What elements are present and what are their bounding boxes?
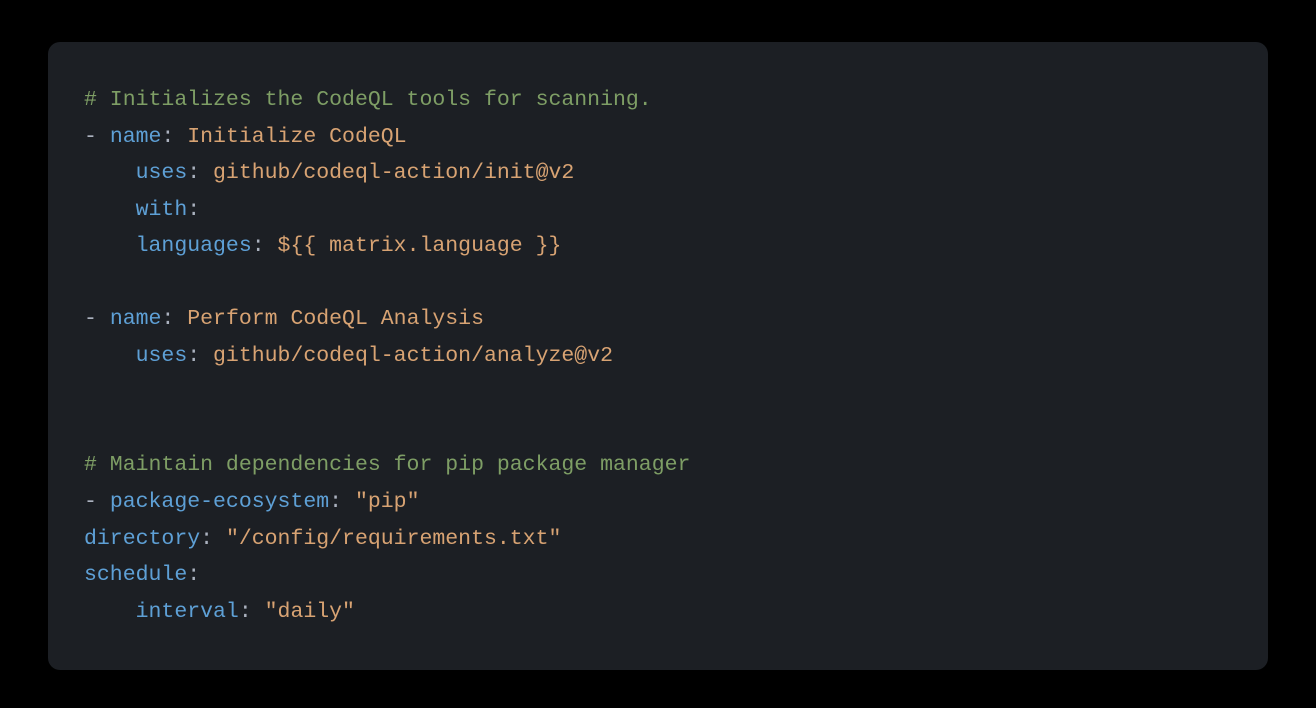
yaml-value: "daily" xyxy=(265,600,355,624)
yaml-value: Perform CodeQL Analysis xyxy=(187,307,484,331)
yaml-indent xyxy=(84,344,136,368)
yaml-key: name xyxy=(110,125,162,149)
yaml-key: package-ecosystem xyxy=(110,490,329,514)
code-block: # Initializes the CodeQL tools for scann… xyxy=(48,42,1268,670)
yaml-colon: : xyxy=(187,161,213,185)
yaml-colon: : xyxy=(187,344,213,368)
yaml-colon: : xyxy=(329,490,355,514)
yaml-key: name xyxy=(110,307,162,331)
yaml-dash: - xyxy=(84,490,110,514)
code-content: # Initializes the CodeQL tools for scann… xyxy=(84,82,1232,630)
yaml-dash: - xyxy=(84,125,110,149)
yaml-value: Initialize CodeQL xyxy=(187,125,406,149)
yaml-colon: : xyxy=(187,563,200,587)
yaml-indent xyxy=(84,234,136,258)
yaml-key: languages xyxy=(136,234,252,258)
yaml-key: schedule xyxy=(84,563,187,587)
yaml-key: directory xyxy=(84,527,200,551)
yaml-colon: : xyxy=(252,234,278,258)
code-comment: # Initializes the CodeQL tools for scann… xyxy=(84,88,652,112)
yaml-key: with xyxy=(136,198,188,222)
yaml-value: "/config/requirements.txt" xyxy=(226,527,561,551)
yaml-indent xyxy=(84,198,136,222)
yaml-indent xyxy=(84,600,136,624)
yaml-value: ${{ matrix.language }} xyxy=(278,234,562,258)
yaml-value: github/codeql-action/init@v2 xyxy=(213,161,574,185)
yaml-key: interval xyxy=(136,600,239,624)
yaml-value: "pip" xyxy=(355,490,420,514)
yaml-value: github/codeql-action/analyze@v2 xyxy=(213,344,613,368)
yaml-key: uses xyxy=(136,344,188,368)
yaml-indent xyxy=(84,161,136,185)
yaml-colon: : xyxy=(200,527,226,551)
yaml-colon: : xyxy=(161,307,187,331)
yaml-dash: - xyxy=(84,307,110,331)
code-comment: # Maintain dependencies for pip package … xyxy=(84,453,690,477)
yaml-colon: : xyxy=(239,600,265,624)
yaml-colon: : xyxy=(187,198,200,222)
yaml-colon: : xyxy=(161,125,187,149)
yaml-key: uses xyxy=(136,161,188,185)
